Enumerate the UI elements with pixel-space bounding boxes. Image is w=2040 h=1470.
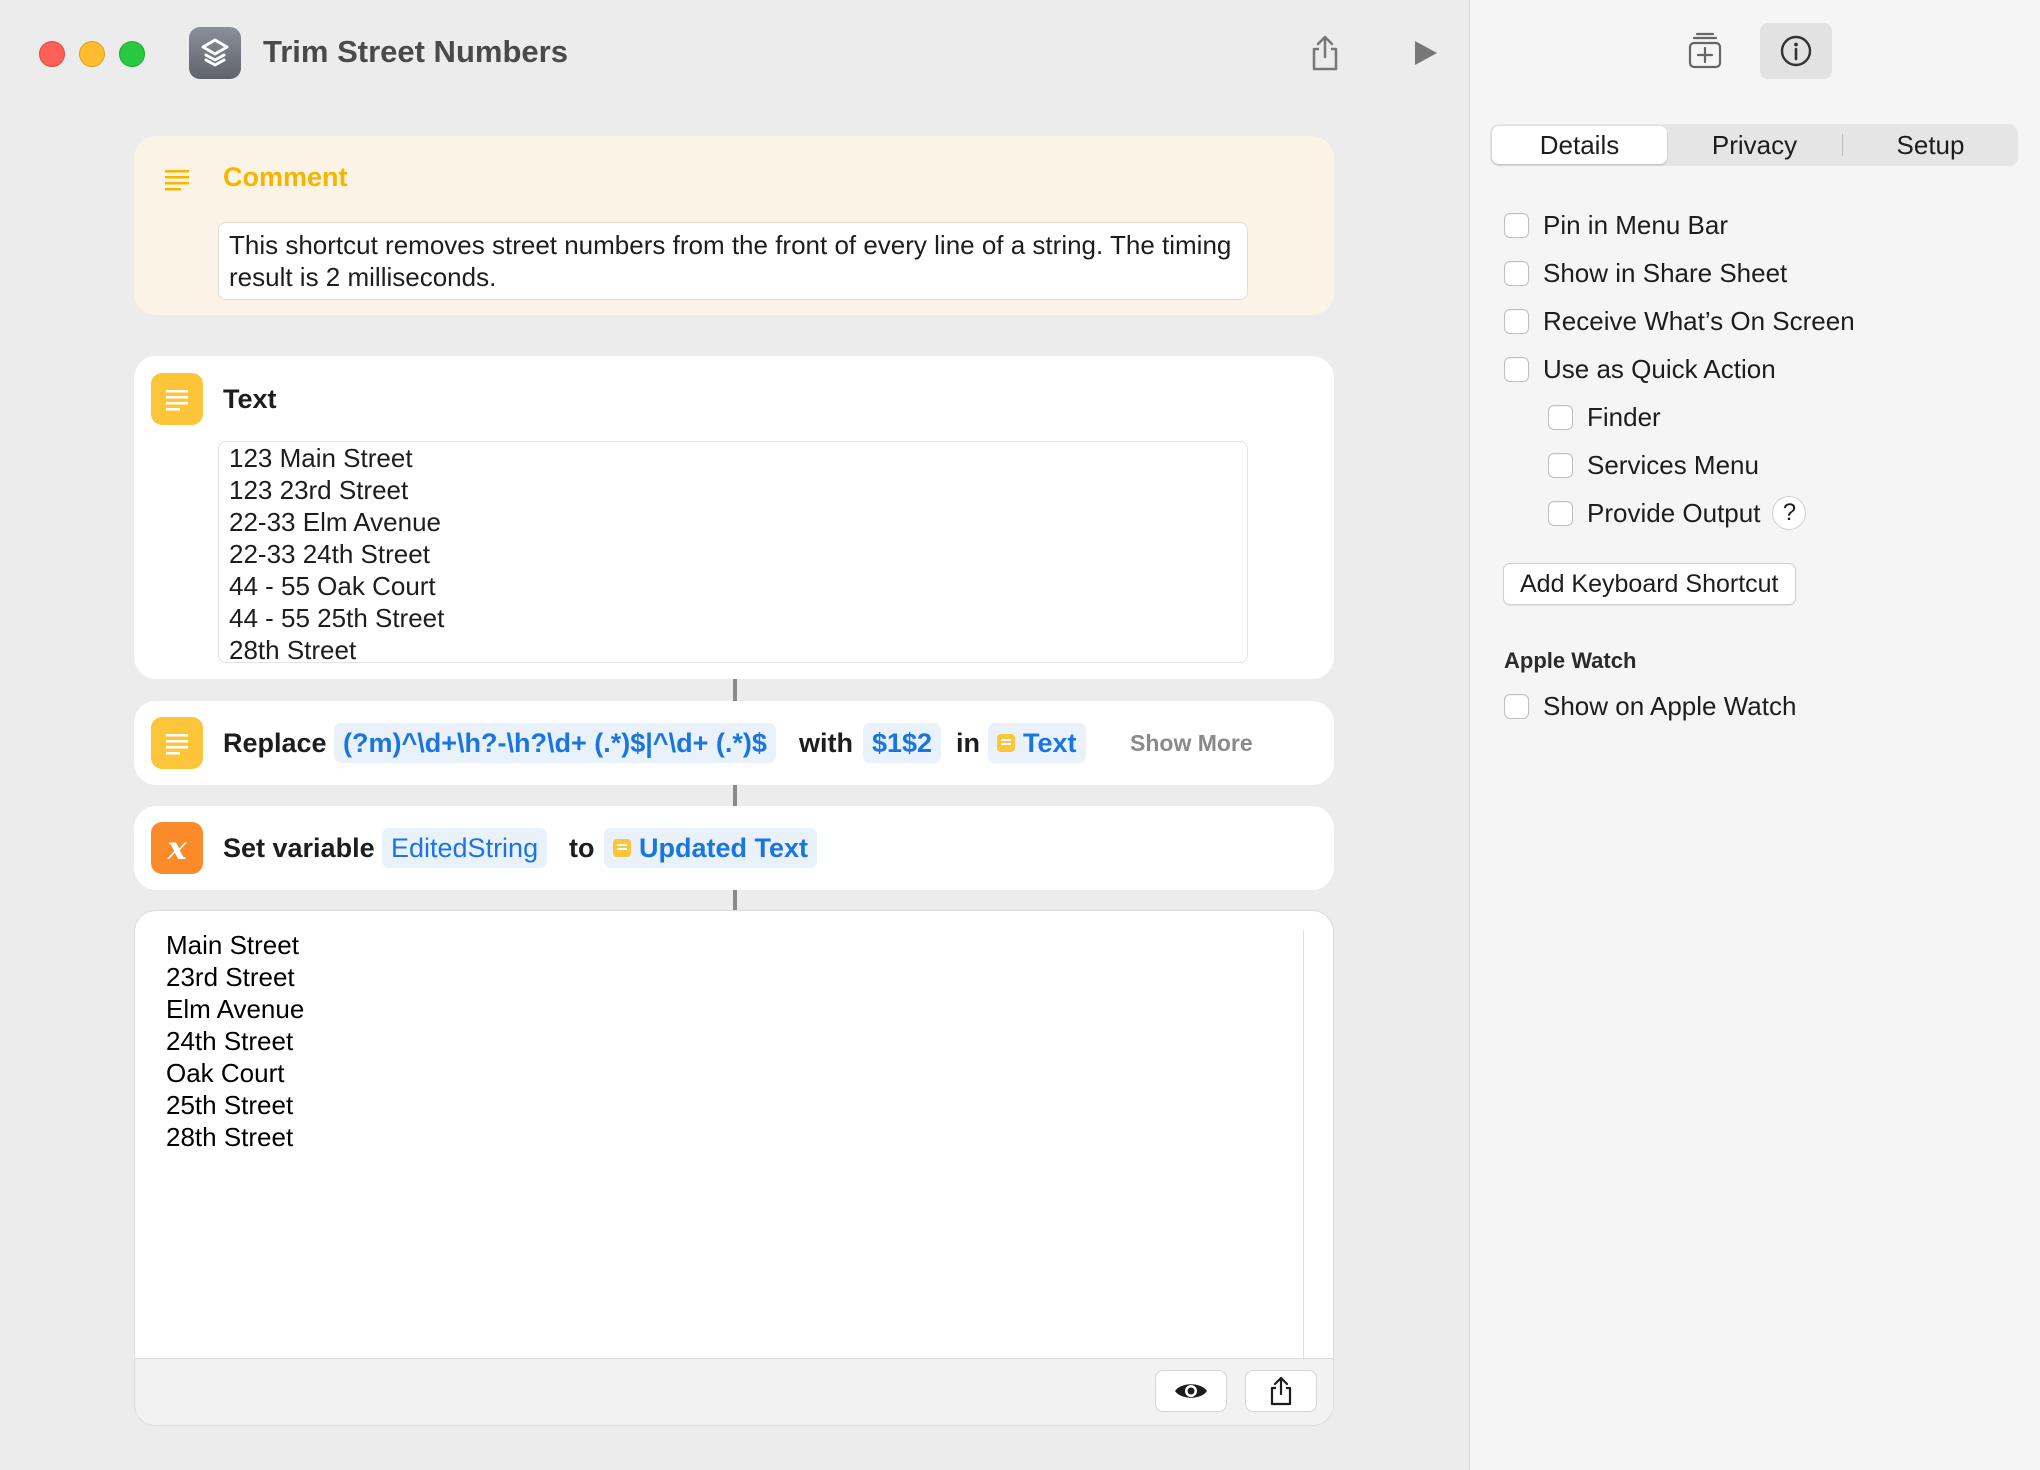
output-line: Main Street — [166, 930, 299, 960]
receive-screen-checkbox[interactable] — [1504, 309, 1529, 334]
text-variable-icon — [997, 734, 1015, 752]
in-label: in — [956, 727, 980, 758]
action-connector — [733, 679, 737, 701]
output-line: 24th Street — [166, 1026, 294, 1056]
pin-menu-bar-option[interactable]: Pin in Menu Bar — [1504, 210, 1728, 241]
input-variable-token[interactable]: Text — [988, 723, 1086, 763]
apple-watch-option[interactable]: Show on Apple Watch — [1504, 691, 1796, 722]
comment-text-field[interactable]: This shortcut removes street numbers fro… — [218, 222, 1248, 300]
add-to-library-icon — [1688, 32, 1722, 69]
finder-label: Finder — [1587, 402, 1661, 432]
input-variable-label: Text — [1023, 727, 1077, 758]
share-sheet-option[interactable]: Show in Share Sheet — [1504, 258, 1787, 289]
variable-action-icon: x — [151, 822, 203, 874]
regex-pattern-token[interactable]: (?m)^\d+\h?-\h?\d+ (.*)$|^\d+ (.*)$ — [334, 723, 776, 763]
text-line: 22-33 Elm Avenue — [229, 507, 441, 537]
output-line: 28th Street — [166, 1122, 294, 1152]
output-line: Elm Avenue — [166, 994, 305, 1024]
replace-label: Replace — [223, 727, 327, 758]
shortcut-editor: Trim Street Numbers Comment This shortcu… — [0, 0, 1469, 1470]
share-icon — [1312, 35, 1338, 71]
text-line: 44 - 55 25th Street — [229, 603, 445, 633]
output-line: 23rd Street — [166, 962, 295, 992]
minimize-window-button[interactable] — [79, 41, 105, 67]
tab-setup[interactable]: Setup — [1843, 126, 2018, 164]
show-more-button[interactable]: Show More — [1130, 701, 1253, 785]
output-line: Oak Court — [166, 1058, 285, 1088]
output-result-panel: Main Street 23rd Street Elm Avenue 24th … — [134, 910, 1334, 1426]
quick-action-checkbox[interactable] — [1504, 357, 1529, 382]
output-line: 25th Street — [166, 1090, 294, 1120]
help-button[interactable]: ? — [1772, 496, 1807, 530]
variable-name-token[interactable]: EditedString — [382, 828, 548, 868]
provide-output-checkbox[interactable] — [1548, 500, 1573, 526]
apple-watch-checkbox[interactable] — [1504, 694, 1529, 719]
apple-watch-heading: Apple Watch — [1504, 648, 1637, 673]
variable-value-token[interactable]: Updated Text — [604, 828, 818, 868]
shortcuts-app-icon — [189, 27, 241, 79]
text-line: 123 23rd Street — [229, 475, 409, 505]
text-line: 22-33 24th Street — [229, 539, 430, 569]
shortcuts-window: Trim Street Numbers Comment This shortcu… — [0, 0, 2040, 1470]
comment-title: Comment — [223, 162, 348, 192]
pin-menu-bar-checkbox[interactable] — [1504, 213, 1529, 238]
quick-action-label: Use as Quick Action — [1543, 354, 1776, 384]
to-label: to — [569, 832, 595, 863]
tab-details[interactable]: Details — [1492, 126, 1667, 164]
inspector-panel: Details Privacy Setup Pin in Menu Bar Sh… — [1469, 0, 2040, 1470]
set-variable-label: Set variable — [223, 832, 375, 863]
replacement-token[interactable]: $1$2 — [863, 723, 942, 763]
comment-action[interactable]: Comment This shortcut removes street num… — [134, 136, 1334, 315]
apple-watch-label: Show on Apple Watch — [1543, 691, 1797, 721]
replace-action-icon — [151, 717, 203, 769]
pin-menu-bar-label: Pin in Menu Bar — [1543, 210, 1728, 240]
share-icon — [1270, 1376, 1292, 1406]
receive-screen-label: Receive What’s On Screen — [1543, 306, 1855, 336]
comment-lines-icon — [165, 170, 189, 191]
share-sheet-label: Show in Share Sheet — [1543, 258, 1788, 288]
action-library-button[interactable] — [1669, 23, 1741, 79]
text-action-title: Text — [223, 384, 277, 414]
finder-checkbox[interactable] — [1548, 405, 1573, 430]
finder-option[interactable]: Finder — [1548, 402, 1661, 433]
output-text: Main Street 23rd Street Elm Avenue 24th … — [166, 929, 304, 1153]
text-line: 123 Main Street — [229, 443, 413, 473]
shortcut-title[interactable]: Trim Street Numbers — [263, 34, 568, 70]
inspector-tabs: Details Privacy Setup — [1490, 124, 2018, 166]
text-line: 44 - 55 Oak Court — [229, 571, 436, 601]
text-line: 28th Street — [229, 635, 357, 665]
output-toolbar — [135, 1358, 1333, 1425]
shortcut-details-button[interactable] — [1760, 23, 1832, 79]
text-variable-icon — [613, 839, 631, 857]
set-variable-action[interactable]: x Set variable EditedString to Updated T… — [134, 806, 1334, 890]
quick-action-option[interactable]: Use as Quick Action — [1504, 354, 1776, 385]
tab-privacy[interactable]: Privacy — [1667, 126, 1842, 164]
action-connector — [733, 785, 737, 806]
output-share-button[interactable] — [1245, 1370, 1317, 1412]
services-menu-label: Services Menu — [1587, 450, 1759, 480]
provide-output-option[interactable]: Provide Output ? — [1548, 496, 1807, 530]
add-keyboard-shortcut-button[interactable]: Add Keyboard Shortcut — [1503, 563, 1796, 605]
variable-value-label: Updated Text — [639, 832, 809, 863]
provide-output-label: Provide Output — [1587, 497, 1761, 528]
share-sheet-checkbox[interactable] — [1504, 261, 1529, 286]
output-scroll-divider — [1303, 930, 1304, 1360]
info-icon — [1780, 35, 1812, 67]
text-action-icon — [151, 373, 203, 425]
eye-icon — [1175, 1384, 1207, 1398]
text-action[interactable]: Text 123 Main Street 123 23rd Street 22-… — [134, 356, 1334, 679]
services-menu-checkbox[interactable] — [1548, 453, 1573, 478]
run-button[interactable] — [1400, 28, 1450, 78]
share-button[interactable] — [1300, 28, 1350, 78]
receive-screen-option[interactable]: Receive What’s On Screen — [1504, 306, 1855, 337]
replace-text-action[interactable]: Replace (?m)^\d+\h?-\h?\d+ (.*)$|^\d+ (.… — [134, 701, 1334, 785]
close-window-button[interactable] — [39, 41, 65, 67]
text-input-field[interactable]: 123 Main Street 123 23rd Street 22-33 El… — [218, 441, 1248, 665]
action-connector — [733, 890, 737, 910]
services-menu-option[interactable]: Services Menu — [1548, 450, 1759, 481]
maximize-window-button[interactable] — [119, 41, 145, 67]
with-label: with — [799, 727, 853, 758]
quick-look-button[interactable] — [1155, 1370, 1227, 1412]
play-icon — [1415, 41, 1437, 65]
